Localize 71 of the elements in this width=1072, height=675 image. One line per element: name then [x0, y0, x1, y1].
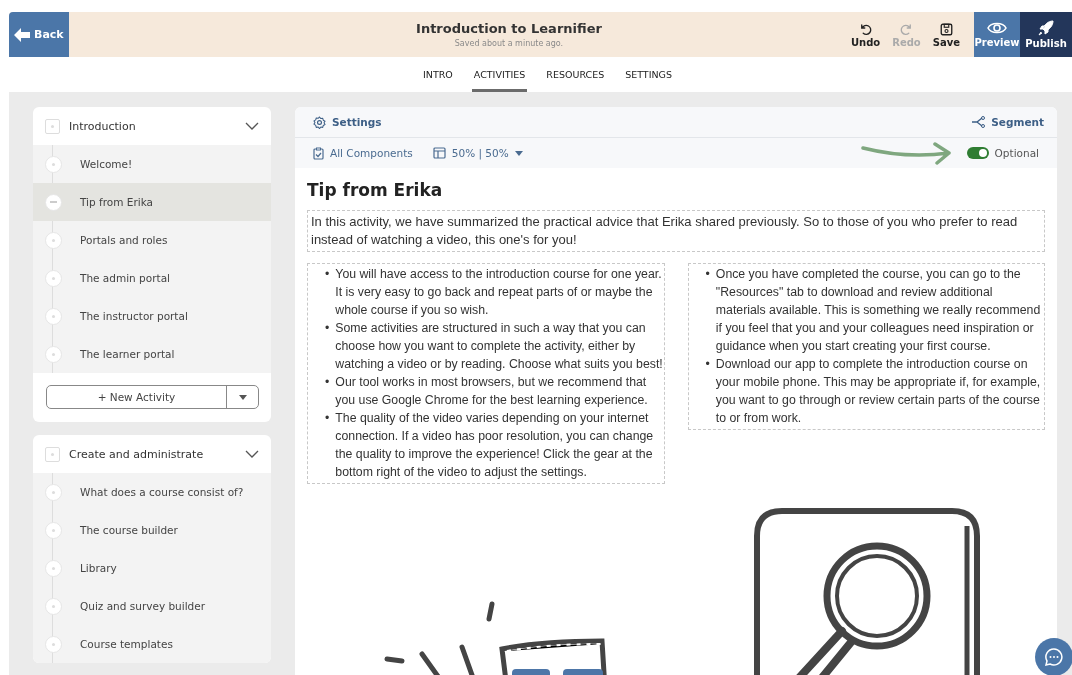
- activity-item[interactable]: The course builder: [33, 511, 271, 549]
- activity-item[interactable]: Tip from Erika: [33, 183, 271, 221]
- eye-icon: [987, 21, 1007, 35]
- section-title: Create and administrate: [69, 447, 205, 461]
- publish-button[interactable]: Publish: [1020, 12, 1072, 57]
- activity-item[interactable]: The learner portal: [33, 335, 271, 373]
- dot-circle-icon: [45, 231, 62, 249]
- preview-button[interactable]: Preview: [974, 12, 1020, 57]
- arrow-left-icon: [13, 26, 31, 43]
- tip-bullet: Once you have completed the course, you can go to the "Resources" tab to download and review additional materials available. This is something we really recommend if you feel that you and your colleagues need inspiration or guidance when you start creating your first course.: [715, 266, 1042, 355]
- optional-label: Optional: [994, 147, 1039, 159]
- save-button[interactable]: Save: [930, 21, 962, 48]
- section-square-icon: [45, 118, 60, 134]
- caret-down-icon: [514, 150, 523, 156]
- bullet-marker: •: [325, 374, 330, 391]
- course-title: Introduction to Learnifier: [416, 21, 602, 36]
- dot-circle-icon: [45, 559, 62, 577]
- activity-item[interactable]: The instructor portal: [33, 297, 271, 335]
- caret-down-icon: [238, 394, 247, 400]
- nav-tab[interactable]: INTRO: [421, 57, 455, 92]
- layout-dropdown[interactable]: 50% | 50%: [432, 147, 523, 159]
- branch-icon: [971, 116, 986, 128]
- settings-icon: [313, 115, 326, 129]
- undo-button[interactable]: Undo: [848, 21, 883, 48]
- intro-paragraph: In this activity, we have summarized the practical advice that Erika shared previously. So to those of you who prefer to read instead of watching a video, this one's for you!: [307, 210, 1045, 252]
- chevron-icon[interactable]: [245, 122, 259, 130]
- bullet-marker: •: [705, 356, 710, 373]
- activity-item[interactable]: Welcome!: [33, 145, 271, 183]
- tip-bullet: Our tool works in most browsers, but we recommend that you use Google Chrome for the best learning experience.: [335, 374, 649, 409]
- activity-item[interactable]: What does a course consist of?: [33, 473, 271, 511]
- dot-circle-icon: [45, 597, 62, 615]
- chat-bubble-icon: [1044, 647, 1064, 667]
- bullet-marker: •: [325, 266, 330, 283]
- tip-bullet: The quality of the video varies depending on your internet connection. If a video has poor resolution, you can change the quality to improve the experience! Click the gear at the bottom right of the video to adjust the settings.: [335, 410, 655, 481]
- chevron-icon[interactable]: [245, 450, 259, 458]
- bullet-marker: •: [705, 266, 710, 283]
- activity-item[interactable]: Quiz and survey builder: [33, 587, 271, 625]
- activity-item[interactable]: The admin portal: [33, 259, 271, 297]
- dot-circle-icon: [45, 269, 62, 287]
- bullet-marker: •: [325, 410, 330, 427]
- back-button[interactable]: Back: [9, 12, 69, 57]
- activity-item[interactable]: Portals and roles: [33, 221, 271, 259]
- dot-circle-icon: [45, 345, 62, 363]
- activity-item[interactable]: Library: [33, 549, 271, 587]
- save-icon: [938, 21, 954, 37]
- tip-bullet: Some activities are structured in such a way that you can choose how you want to complete the activity, either by watching a video or by reading. Choose what suits you best!: [335, 320, 664, 373]
- section-title: Introduction: [69, 119, 137, 133]
- save-status: Saved about a minute ago.: [454, 39, 564, 48]
- segment-button[interactable]: Segment: [971, 116, 1044, 128]
- dot-circle-icon: [45, 307, 62, 325]
- nav-tab[interactable]: SETTINGS: [623, 57, 674, 92]
- undo-icon: [858, 21, 874, 37]
- activity-item[interactable]: Course templates: [33, 625, 271, 663]
- redo-icon: [898, 21, 914, 37]
- bullet-marker: •: [325, 320, 330, 337]
- activity-title: Tip from Erika: [307, 180, 444, 200]
- all-components-button[interactable]: All Components: [313, 146, 413, 160]
- nav-tab[interactable]: RESOURCES: [544, 57, 607, 92]
- settings-button[interactable]: Settings: [313, 115, 382, 129]
- rocket-icon: [1038, 20, 1054, 36]
- dot-circle-icon: [45, 155, 62, 173]
- dot-circle-icon: [45, 635, 62, 653]
- tip-bullet: Download our app to complete the introduction course on your mobile phone. This may be appropriate if, for example, you want to go through or review certain parts of the course to or from work.: [715, 356, 1042, 427]
- minus-circle-icon: [45, 193, 62, 211]
- dot-circle-icon: [45, 521, 62, 539]
- tip-bullet: You will have access to the introduction course for one year. It is very easy to go back and repeat parts of or maybe the whole course if you so wish.: [335, 266, 663, 319]
- dot-circle-icon: [45, 483, 62, 501]
- optional-toggle[interactable]: [966, 147, 989, 159]
- section-square-icon: [45, 446, 60, 462]
- clipboard-check-icon: [313, 146, 324, 160]
- layout-icon: [432, 147, 446, 159]
